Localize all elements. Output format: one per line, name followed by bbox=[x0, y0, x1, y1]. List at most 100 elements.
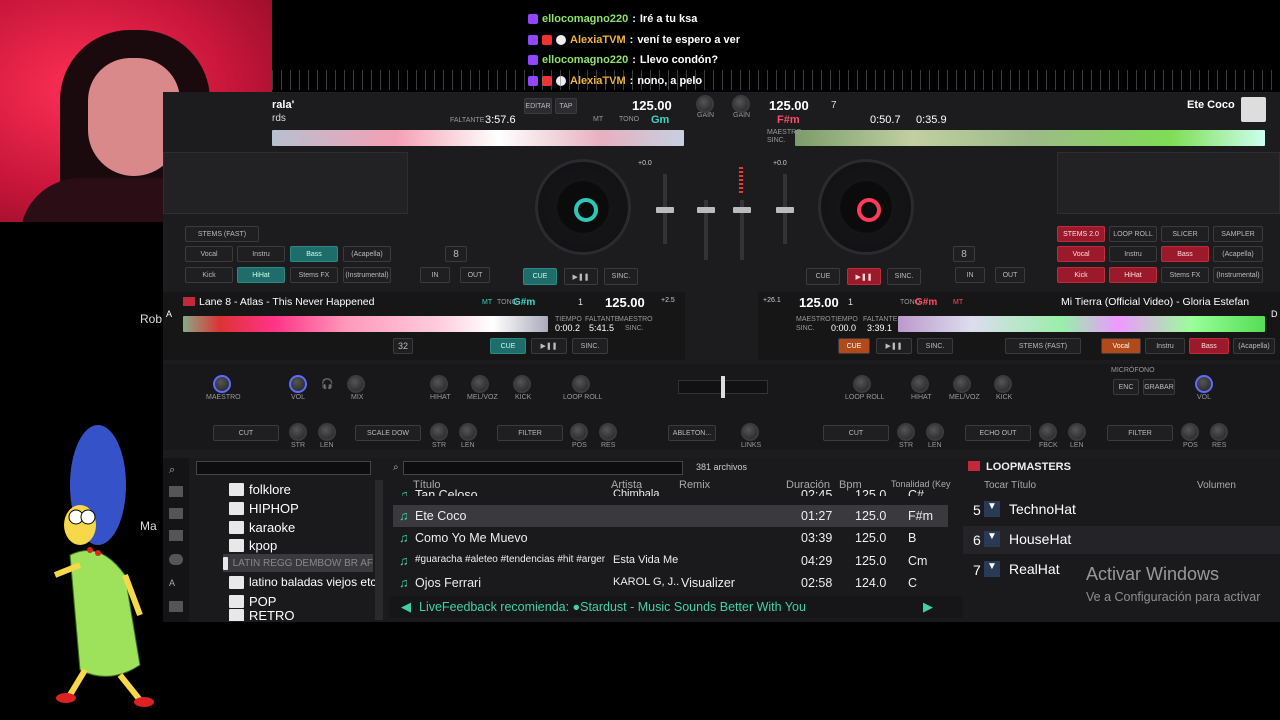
fx5-select[interactable]: ECHO OUT bbox=[965, 425, 1031, 441]
crossfader-cap[interactable] bbox=[721, 376, 725, 398]
folder-item[interactable]: RETRO bbox=[229, 609, 295, 621]
deck4-play-button[interactable]: ▶❚❚ bbox=[876, 338, 912, 354]
loop-col-title[interactable]: Título bbox=[1011, 480, 1036, 491]
track-row[interactable]: ♫ #guaracha #aleteo #tendencias #hit #arg… bbox=[393, 550, 948, 572]
deck2-stem-hihat[interactable]: HiHat bbox=[1109, 267, 1157, 283]
deck1-stem-vocal[interactable]: Vocal bbox=[185, 246, 233, 262]
deck3-play-button[interactable]: ▶❚❚ bbox=[531, 338, 567, 354]
online-icon[interactable] bbox=[169, 554, 183, 565]
live-feedback-text[interactable]: LiveFeedback recomienda: ●Stardust - Mus… bbox=[419, 600, 806, 614]
deck1-jogwheel[interactable] bbox=[535, 159, 631, 255]
track-search-input[interactable] bbox=[403, 461, 683, 475]
deck4-stem-bass[interactable]: Bass bbox=[1189, 338, 1229, 354]
track-row[interactable]: ♫ Como Yo Me Muevo 03:39 125.0 B bbox=[393, 527, 948, 549]
deck4-stems-selector[interactable]: STEMS (FAST) bbox=[1005, 338, 1081, 354]
fx2-select[interactable]: SCALE DOW bbox=[355, 425, 421, 441]
vol-knob-right[interactable] bbox=[1195, 375, 1213, 393]
deck4-waveform[interactable] bbox=[898, 316, 1265, 332]
channel-fader-left-cap[interactable] bbox=[697, 207, 715, 213]
hihat-knob-left[interactable] bbox=[430, 375, 448, 393]
fx1-select[interactable]: CUT bbox=[213, 425, 279, 441]
deck4-stem-vocal[interactable]: Vocal bbox=[1101, 338, 1141, 354]
deck2-sync-button[interactable]: SINC. bbox=[887, 268, 921, 285]
deck3-waveform[interactable] bbox=[183, 316, 548, 332]
folder-item[interactable]: HIPHOP bbox=[229, 499, 299, 517]
play-sample-icon[interactable]: ▼ bbox=[984, 561, 1000, 577]
vol-knob-left[interactable] bbox=[289, 375, 307, 393]
fx5-len-knob[interactable] bbox=[1068, 423, 1086, 441]
deck2-stem-bass[interactable]: Bass bbox=[1161, 246, 1209, 262]
melvoz-knob-left[interactable] bbox=[471, 375, 489, 393]
deck2-stem-vocal[interactable]: Vocal bbox=[1057, 246, 1105, 262]
fx2-len-knob[interactable] bbox=[459, 423, 477, 441]
fx3-select[interactable]: FILTER bbox=[497, 425, 563, 441]
track-row[interactable]: ♫ Tan Celoso Chimbala 02:45 125.0 C# bbox=[393, 484, 948, 496]
mic-record-button[interactable]: GRABAR bbox=[1143, 379, 1175, 395]
deck4-sync-button[interactable]: SINC. bbox=[917, 338, 953, 354]
fx6-select[interactable]: FILTER bbox=[1107, 425, 1173, 441]
links-knob[interactable] bbox=[741, 423, 759, 441]
deck1-stem-bass[interactable]: Bass bbox=[290, 246, 338, 262]
loop-item[interactable]: 6 ▼ HouseHat bbox=[963, 526, 1280, 554]
fx3-res-knob[interactable] bbox=[599, 423, 617, 441]
kick-knob-right[interactable] bbox=[994, 375, 1012, 393]
deck1-edit-button[interactable]: EDITAR bbox=[524, 98, 552, 114]
deck2-loop-size[interactable]: 8 bbox=[953, 246, 975, 262]
loop-item[interactable]: 5 ▼ TechnoHat bbox=[963, 496, 1280, 524]
deck1-pitch-fader-cap[interactable] bbox=[656, 207, 674, 213]
deck2-loop-out[interactable]: OUT bbox=[995, 267, 1025, 283]
sampler-icon[interactable] bbox=[169, 601, 183, 612]
gain-knob-right[interactable] bbox=[732, 95, 750, 113]
kick-knob-left[interactable] bbox=[513, 375, 531, 393]
deck2-sampler-tab[interactable]: SAMPLER bbox=[1213, 226, 1263, 242]
loop-roll-knob-left[interactable] bbox=[572, 375, 590, 393]
text-size-icon[interactable]: A bbox=[169, 578, 175, 588]
deck2-loop-in[interactable]: IN bbox=[955, 267, 985, 283]
deck3-loop-size[interactable]: 32 bbox=[393, 338, 413, 354]
deck4-cue-button[interactable]: CUE bbox=[838, 338, 870, 354]
loop-col-volume[interactable]: Volumen bbox=[1197, 480, 1236, 491]
deck1-stem-instru[interactable]: Instru bbox=[237, 246, 285, 262]
loop-roll-knob-right[interactable] bbox=[853, 375, 871, 393]
folder-item[interactable]: karaoke bbox=[229, 518, 295, 536]
deck2-stem-kick[interactable]: Kick bbox=[1057, 267, 1105, 283]
mic-enc-button[interactable]: ENC bbox=[1113, 379, 1139, 395]
playlist-icon[interactable] bbox=[169, 508, 183, 519]
loop-col-play[interactable]: Tocar bbox=[984, 480, 1008, 491]
history-icon[interactable] bbox=[169, 530, 183, 541]
ableton-link-select[interactable]: ABLETON... bbox=[668, 425, 716, 441]
play-sample-icon[interactable]: ▼ bbox=[984, 531, 1000, 547]
folder-item[interactable]: kpop bbox=[229, 536, 277, 554]
deck1-sync-button[interactable]: SINC. bbox=[604, 268, 638, 285]
folder-search-input[interactable] bbox=[196, 461, 371, 475]
deck1-cue-button[interactable]: CUE bbox=[523, 268, 557, 285]
deck1-loop-size[interactable]: 8 bbox=[445, 246, 467, 262]
fx6-pos-knob[interactable] bbox=[1181, 423, 1199, 441]
deck2-slicer-tab[interactable]: SLICER bbox=[1161, 226, 1209, 242]
folder-item[interactable]: latino baladas viejos etc bbox=[229, 573, 376, 591]
deck4-stem-acapella[interactable]: (Acapella) bbox=[1233, 338, 1275, 354]
folder-item[interactable]: POP bbox=[229, 592, 276, 610]
deck3-sync-button[interactable]: SINC. bbox=[572, 338, 608, 354]
deck2-stem-instru[interactable]: Instru bbox=[1109, 246, 1157, 262]
fx5-fbck-knob[interactable] bbox=[1039, 423, 1057, 441]
gain-knob-left[interactable] bbox=[696, 95, 714, 113]
fx1-len-knob[interactable] bbox=[318, 423, 336, 441]
channel-fader-right-cap[interactable] bbox=[733, 207, 751, 213]
deck1-stem-fx[interactable]: Stems FX bbox=[290, 267, 338, 283]
deck2-jogwheel[interactable] bbox=[818, 159, 914, 255]
folder-item[interactable]: folklore bbox=[229, 480, 291, 498]
fx6-res-knob[interactable] bbox=[1210, 423, 1228, 441]
melvoz-knob-right[interactable] bbox=[953, 375, 971, 393]
deck2-waveform[interactable] bbox=[795, 130, 1265, 146]
headphones-icon[interactable]: 🎧 bbox=[321, 379, 333, 390]
deck2-loop-roll-tab[interactable]: LOOP ROLL bbox=[1109, 226, 1157, 242]
live-feedback-prev-icon[interactable]: ◀ bbox=[401, 599, 411, 615]
deck1-stem-instrumental[interactable]: (Instrumental) bbox=[343, 267, 391, 283]
folders-icon[interactable] bbox=[169, 486, 183, 497]
deck1-stem-acapella[interactable]: (Acapella) bbox=[343, 246, 391, 262]
deck3-cue-button[interactable]: CUE bbox=[490, 338, 526, 354]
folder-item-selected[interactable]: LATIN REGG DEMBOW BR AF bbox=[223, 554, 373, 572]
search-icon[interactable]: ⌕ bbox=[169, 464, 175, 477]
track-row[interactable]: ♫ Ojos Ferrari KAROL G, J... Visualizer 02:5… bbox=[393, 572, 948, 594]
